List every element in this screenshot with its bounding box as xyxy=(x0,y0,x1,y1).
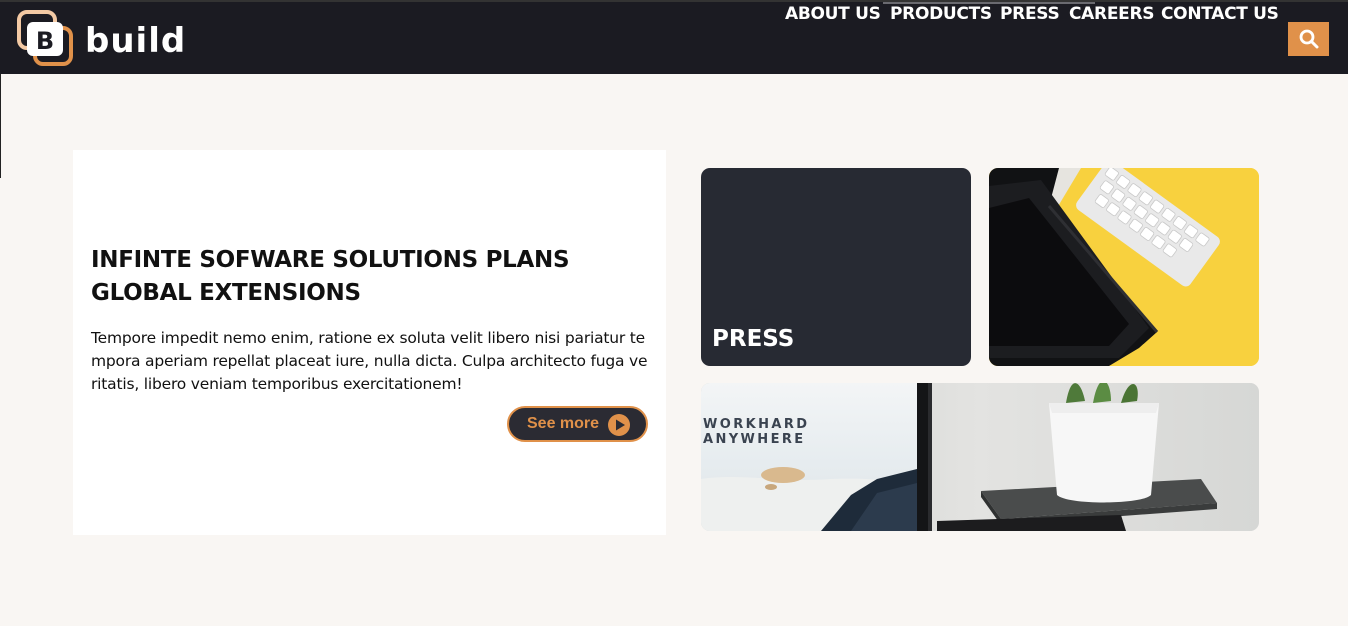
logo-letter: B xyxy=(36,27,54,55)
poster-line-2: ANYWHERE xyxy=(703,432,806,447)
nav-press[interactable]: PRESS xyxy=(1000,2,1060,26)
laptop-keyboard-illustration xyxy=(989,168,1259,366)
brand-name: build xyxy=(85,21,187,61)
play-circle-icon xyxy=(608,414,630,436)
logo-mark-icon: B xyxy=(17,10,73,66)
press-tile-label: PRESS xyxy=(712,326,795,352)
site-header: B build ABOUT US PRODUCTS PRESS CAREERS … xyxy=(0,0,1348,74)
see-more-label: See more xyxy=(527,415,600,432)
laptop-keyboard-image xyxy=(989,168,1259,366)
nav-products[interactable]: PRODUCTS xyxy=(890,2,992,26)
search-button[interactable] xyxy=(1288,22,1329,56)
nav-contact-us[interactable]: CONTACT US xyxy=(1161,2,1279,26)
workspace-image: WORKHARD ANYWHERE xyxy=(701,383,1259,531)
nav-careers[interactable]: CAREERS xyxy=(1069,2,1154,26)
poster-line-1: WORKHARD xyxy=(703,417,810,432)
feature-card: INFINTE SOFWARE SOLUTIONS PLANS GLOBAL E… xyxy=(73,150,666,535)
feature-body: Tempore impedit nemo enim, ratione ex so… xyxy=(91,329,648,393)
search-icon xyxy=(1299,29,1318,49)
brand-logo[interactable]: B build xyxy=(17,10,197,68)
nav-about-us[interactable]: ABOUT US xyxy=(785,2,881,26)
see-more-button[interactable]: See more xyxy=(507,406,648,442)
edge-divider xyxy=(0,74,1,178)
press-tile[interactable]: PRESS xyxy=(701,168,971,366)
feature-title: INFINTE SOFWARE SOLUTIONS PLANS GLOBAL E… xyxy=(91,247,570,306)
workspace-illustration xyxy=(701,383,1259,531)
